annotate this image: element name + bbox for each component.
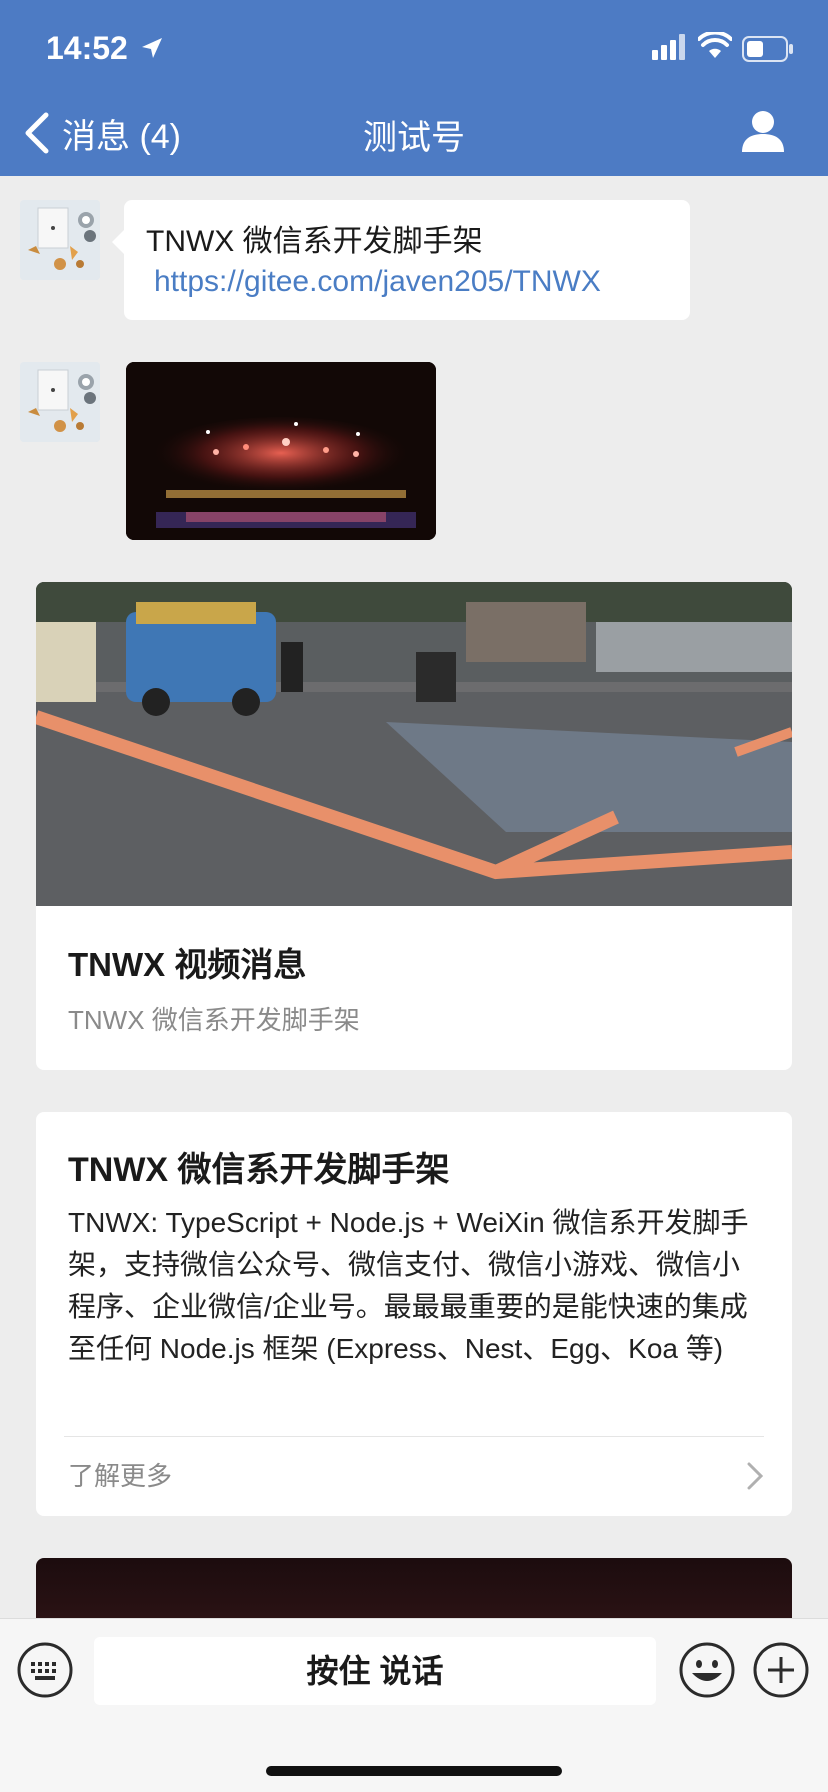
article-body: TNWX: TypeScript + Node.js + WeiXin 微信系开… (68, 1207, 749, 1364)
video-title: TNWX 视频消息 (68, 946, 307, 983)
article-card[interactable]: TNWX 微信系开发脚手架 TNWX: TypeScript + Node.js… (36, 1112, 792, 1516)
plus-icon[interactable] (752, 1641, 810, 1699)
avatar[interactable] (20, 200, 100, 280)
wifi-icon (698, 32, 732, 58)
avatar-image (20, 362, 100, 442)
keyboard-icon[interactable] (16, 1641, 74, 1699)
status-time: 14:52 (46, 30, 128, 66)
person-icon[interactable] (740, 108, 786, 154)
cellular-signal-icon (652, 34, 685, 60)
video-description: TNWX 微信系开发脚手架 (68, 1005, 360, 1035)
nav-header: 14:52 消息 (4) 测试号 (0, 0, 828, 176)
fireworks-image (126, 362, 436, 540)
home-indicator (266, 1766, 562, 1776)
next-message-card[interactable] (36, 1558, 792, 1618)
page-title: 测试号 (363, 119, 465, 157)
emoji-icon[interactable] (678, 1641, 736, 1699)
battery-icon (742, 36, 793, 62)
video-thumbnail (36, 582, 792, 906)
avatar[interactable] (20, 362, 100, 442)
avatar-image (20, 200, 100, 280)
video-message-card[interactable]: TNWX 视频消息 TNWX 微信系开发脚手架 (36, 582, 792, 1070)
image-message[interactable] (126, 362, 436, 540)
text-message-bubble[interactable]: TNWX 微信系开发脚手架 https://gitee.com/javen205… (112, 200, 690, 320)
article-title: TNWX 微信系开发脚手架 (68, 1151, 450, 1189)
chevron-right-icon (747, 1462, 764, 1490)
location-arrow-icon (142, 38, 162, 58)
message-text: TNWX 微信系开发脚手架 (146, 225, 483, 258)
message-link[interactable]: https://gitee.com/javen205/TNWX (146, 262, 668, 302)
divider (64, 1436, 764, 1437)
read-more-link[interactable]: 了解更多 (68, 1456, 172, 1493)
hold-to-talk-button[interactable]: 按住 说话 (94, 1637, 656, 1705)
